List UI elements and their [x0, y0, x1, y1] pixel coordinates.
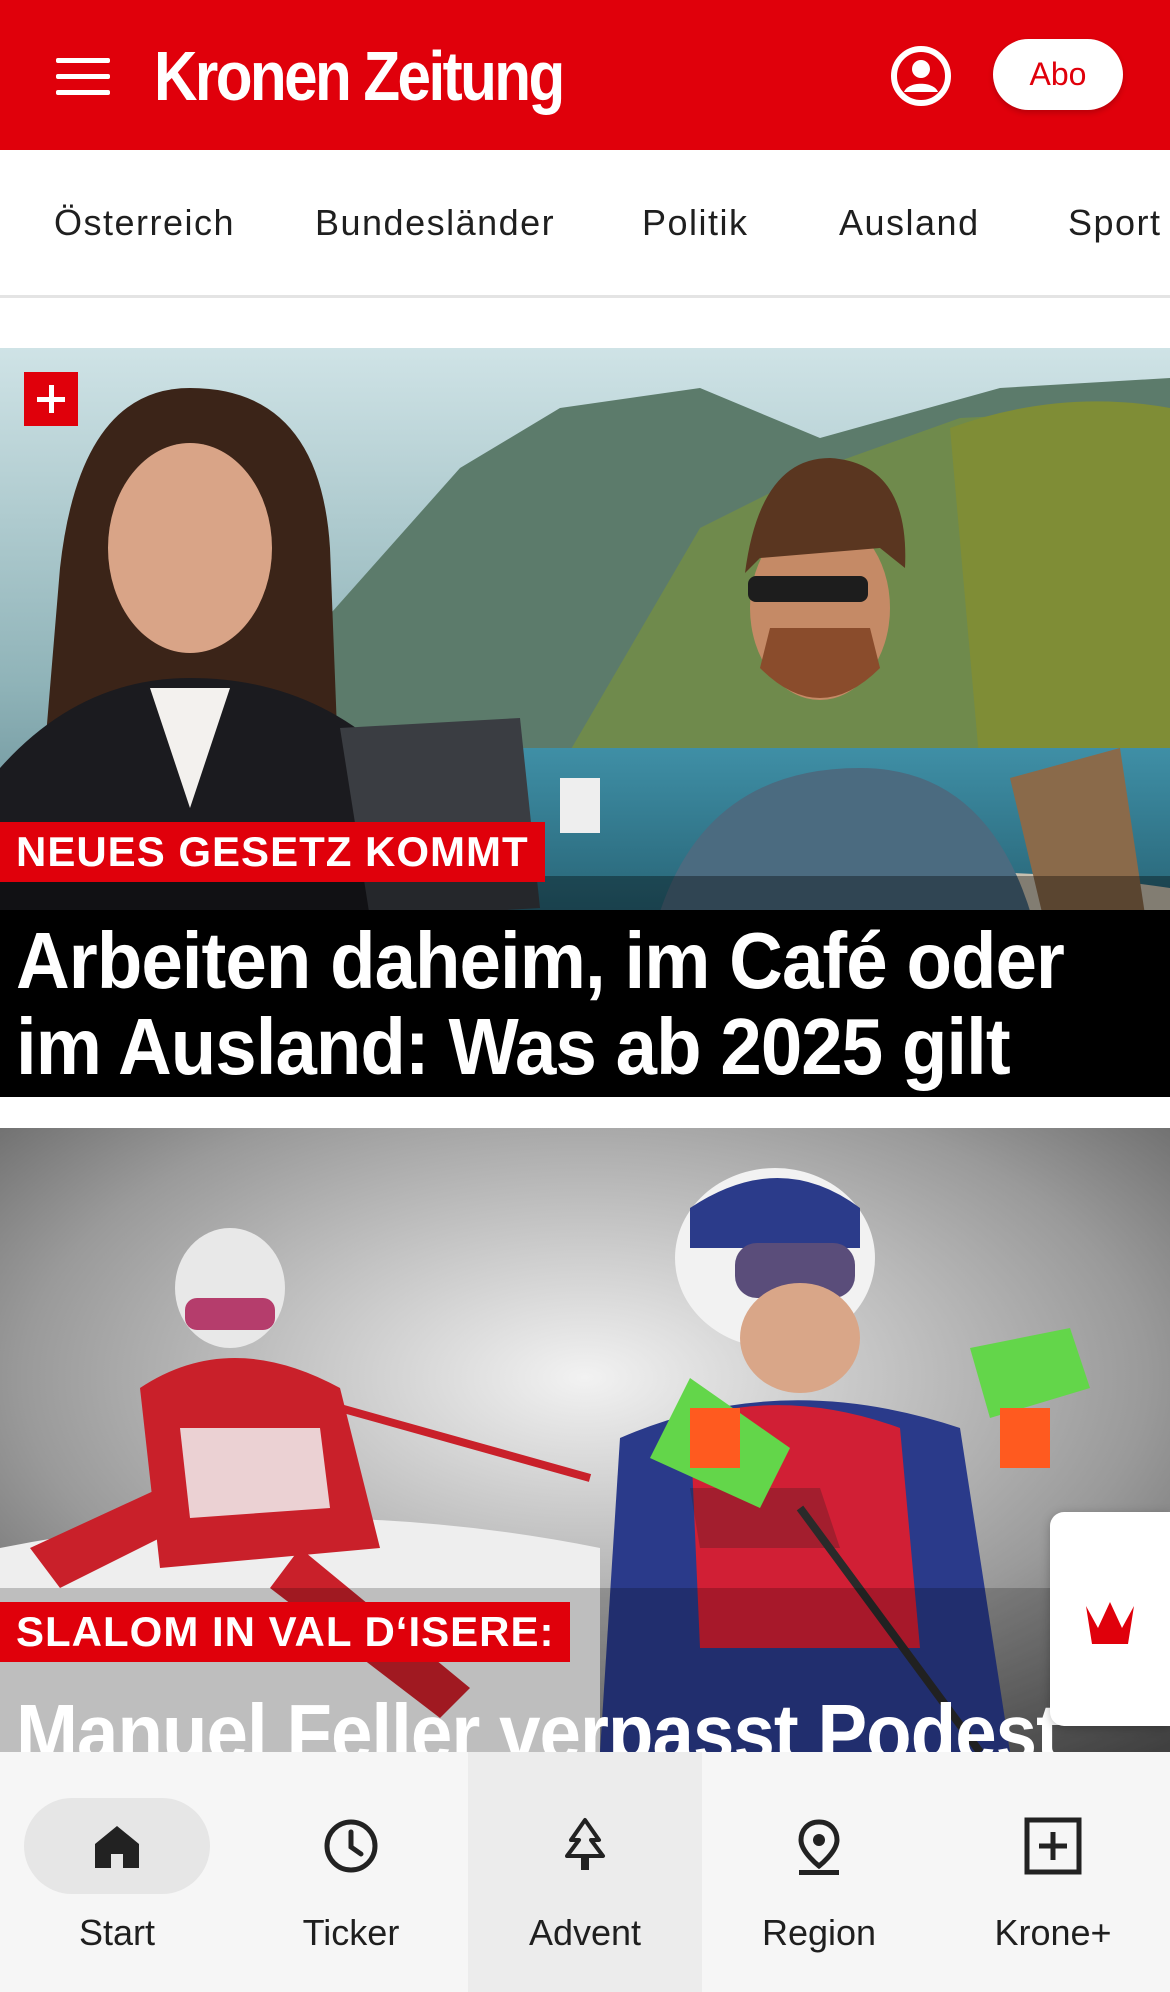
tab-label: Region	[761, 1912, 877, 1953]
tab-label: Start	[78, 1912, 156, 1953]
article-headline: Arbeiten daheim, im Café oder im Ausland…	[0, 910, 1170, 1097]
headline-line: Manuel Feller verpasst Podest	[16, 1688, 1061, 1753]
category-nav: Österreich Bundesländer Politik Ausland …	[0, 150, 1170, 298]
article-card[interactable]: SLALOM IN VAL D‘ISERE: Manuel Feller ver…	[0, 1128, 1170, 1752]
home-icon	[95, 1826, 139, 1868]
tab-start[interactable]: Start	[0, 1752, 234, 1992]
crown-icon	[1086, 1602, 1134, 1644]
tree-icon	[565, 1818, 605, 1870]
clock-icon	[324, 1819, 378, 1873]
headline-line: im Ausland: Was ab 2025 gilt	[16, 1002, 1011, 1091]
nav-item-oesterreich[interactable]: Österreich	[54, 202, 235, 244]
tab-advent[interactable]: Advent	[468, 1752, 702, 1992]
article-kicker: SLALOM IN VAL D‘ISERE:	[0, 1602, 571, 1662]
tab-label: Ticker	[302, 1912, 400, 1953]
article-card[interactable]: NEUES GESETZ KOMMT Arbeiten daheim, im C…	[0, 348, 1170, 1097]
nav-item-ausland[interactable]: Ausland	[839, 202, 980, 244]
plus-box-icon	[1024, 1817, 1082, 1875]
article-kicker: NEUES GESETZ KOMMT	[0, 822, 545, 882]
location-pin-icon	[798, 1819, 840, 1875]
nav-item-bundeslaender[interactable]: Bundesländer	[315, 202, 555, 244]
tab-region[interactable]: Region	[702, 1752, 936, 1992]
article-headline: Manuel Feller verpasst Podest	[0, 1688, 1170, 1753]
tab-ticker[interactable]: Ticker	[234, 1752, 468, 1992]
menu-icon[interactable]	[52, 50, 116, 100]
site-logo[interactable]: Kronen Zeitung	[154, 34, 565, 118]
nav-item-sport[interactable]: Sport	[1068, 202, 1162, 244]
top-header: Kronen Zeitung Abo	[0, 0, 1170, 150]
headline-line: Arbeiten daheim, im Café oder	[16, 916, 1065, 1005]
tab-label: Advent	[528, 1912, 642, 1953]
krone-side-tab[interactable]	[1050, 1512, 1170, 1726]
tab-label: Krone+	[994, 1912, 1112, 1953]
abo-button[interactable]: Abo	[993, 39, 1123, 110]
plus-icon	[24, 372, 78, 426]
nav-item-politik[interactable]: Politik	[642, 202, 749, 244]
bottom-navigation: Start Ticker Advent Region Krone+	[0, 1752, 1170, 1992]
account-icon[interactable]	[890, 45, 952, 107]
tab-kroneplus[interactable]: Krone+	[936, 1752, 1170, 1992]
